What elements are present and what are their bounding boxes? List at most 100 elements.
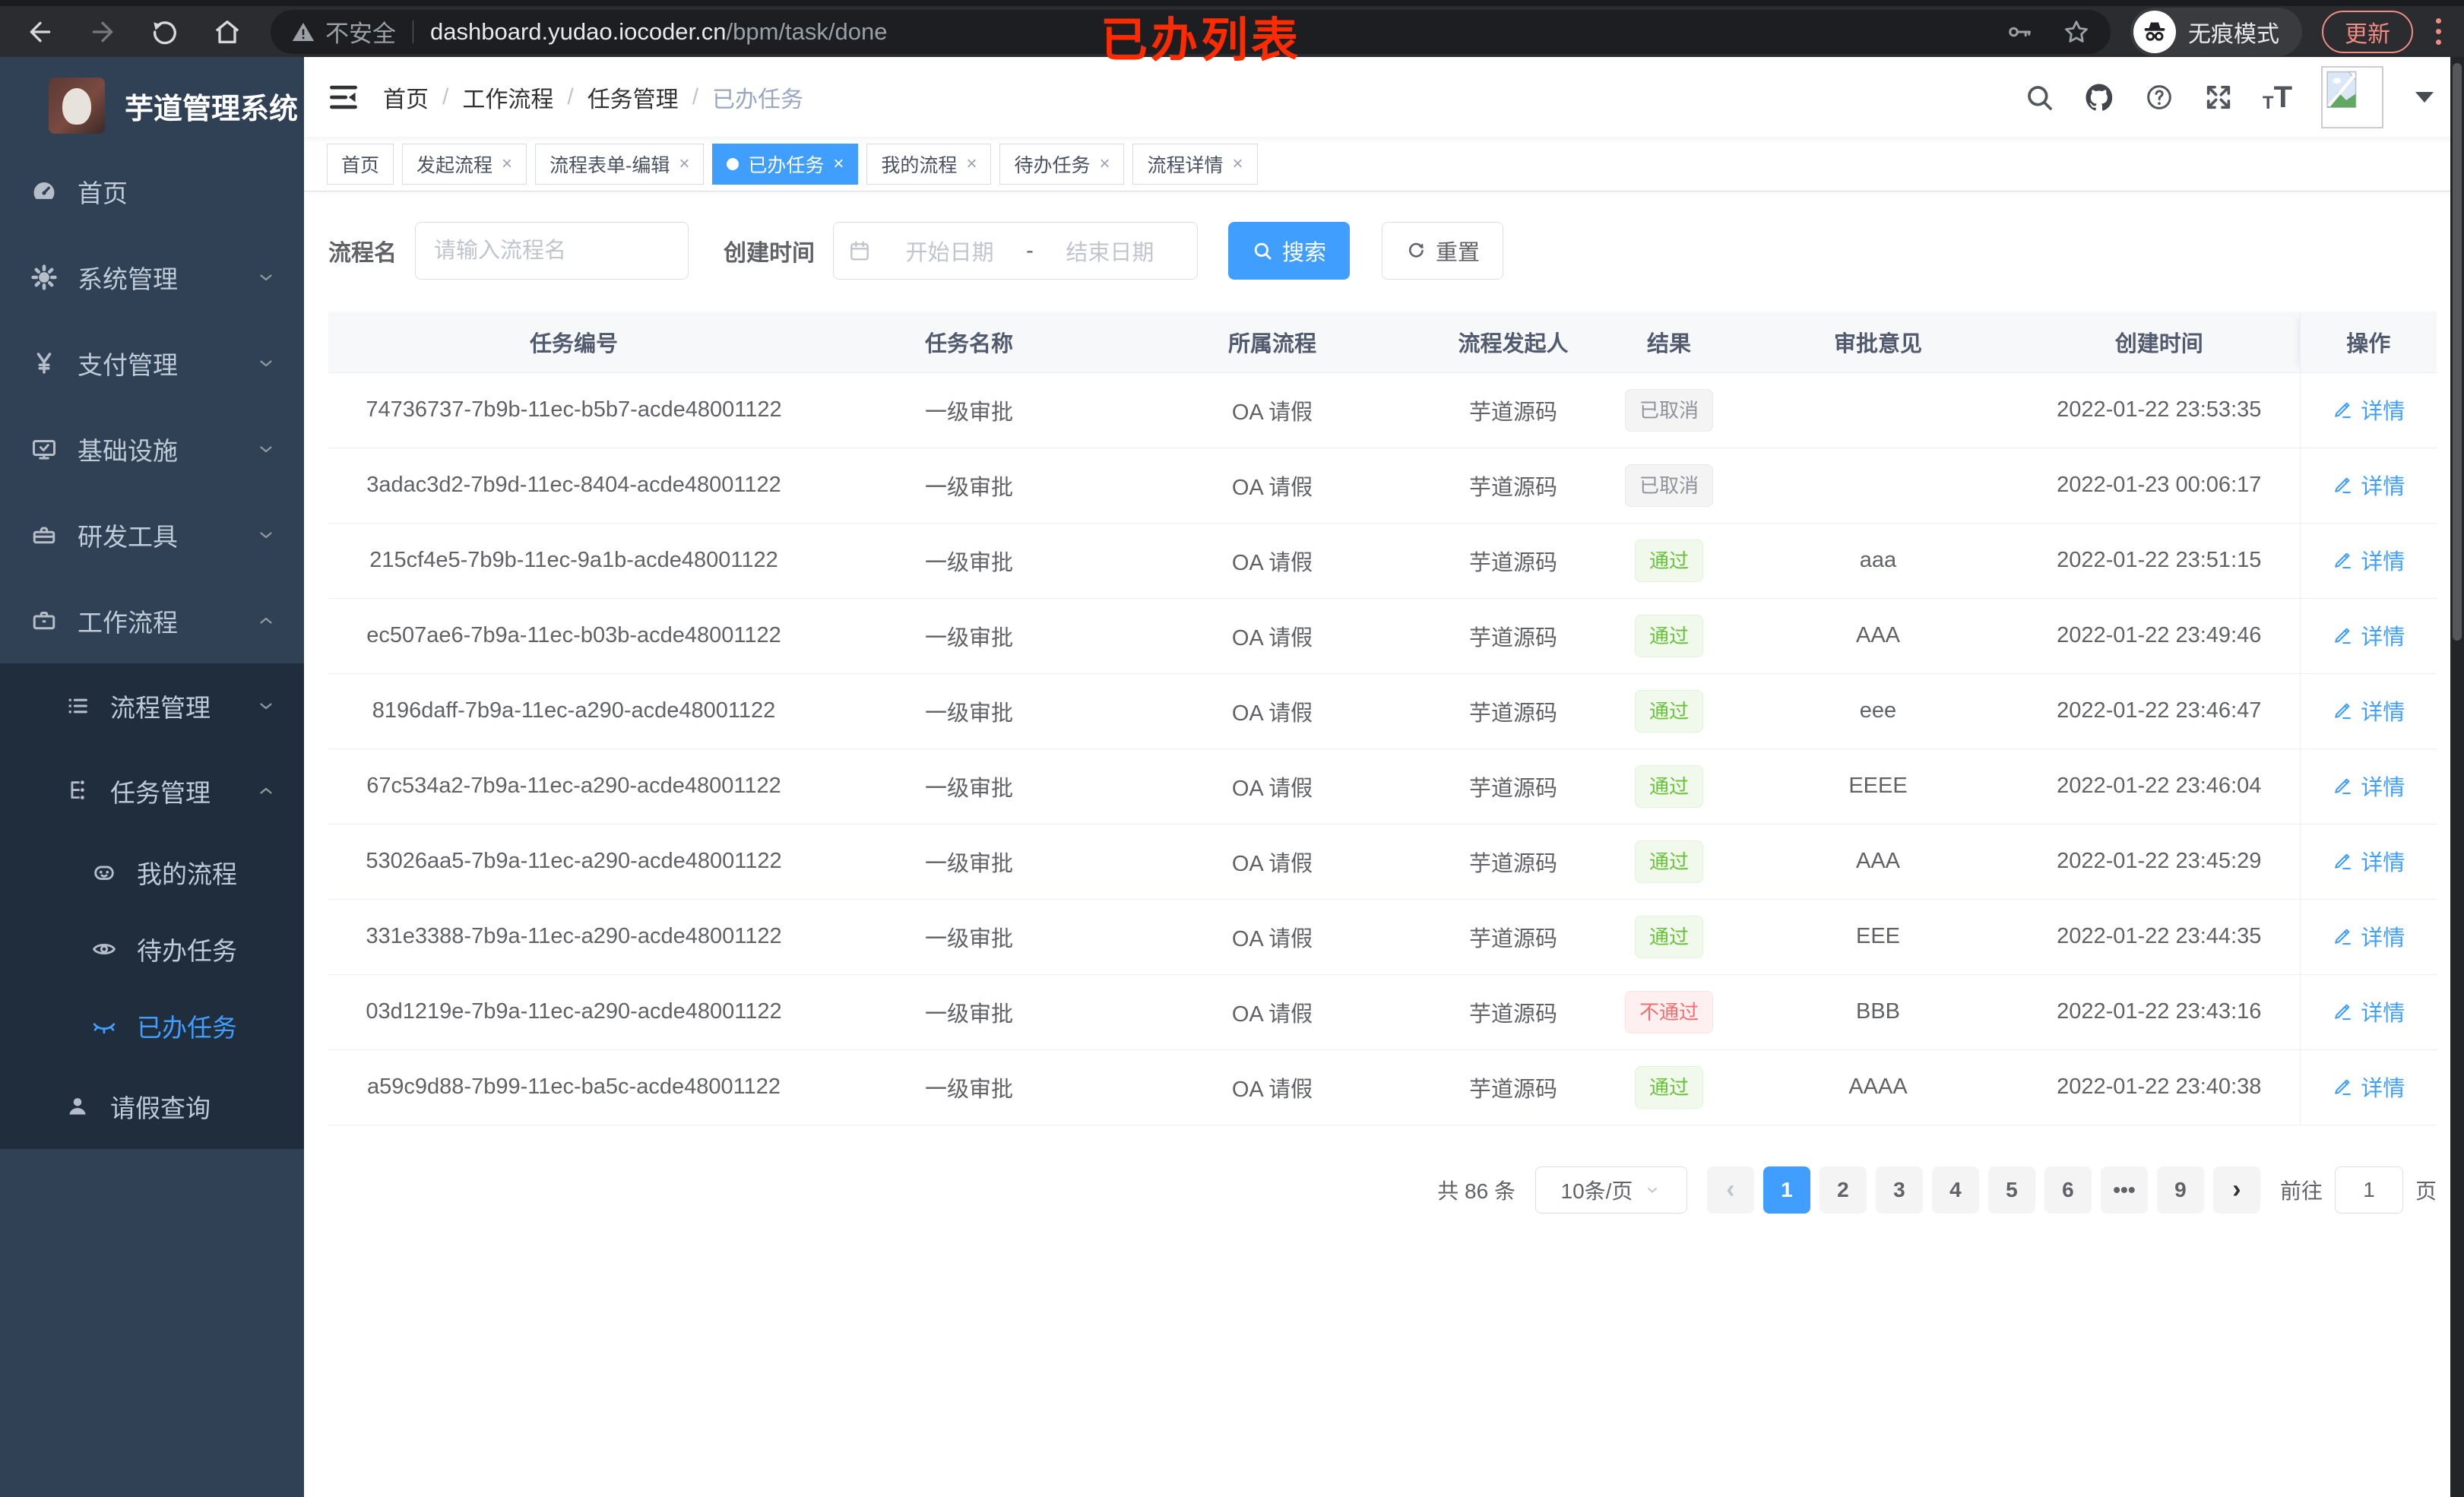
sidebar-item[interactable]: 待办任务 — [0, 910, 304, 987]
sidebar-item[interactable]: 请假查询 — [0, 1064, 304, 1149]
detail-link[interactable]: 详情 — [2332, 544, 2405, 576]
process-cell: OA 请假 — [1119, 448, 1426, 524]
sidebar-item[interactable]: 研发工具 — [0, 492, 304, 578]
tab[interactable]: 首页 — [327, 143, 394, 185]
bookmark-star-icon[interactable] — [2062, 17, 2091, 46]
detail-link[interactable]: 详情 — [2332, 920, 2405, 952]
sidebar-item-label: 待办任务 — [137, 936, 237, 965]
tab-close-icon[interactable]: × — [966, 153, 977, 175]
search-icon[interactable] — [2024, 82, 2054, 112]
starter-cell: 芋道源码 — [1426, 523, 1601, 599]
process-cell: OA 请假 — [1119, 1049, 1426, 1125]
date-end-placeholder[interactable]: 结束日期 — [1037, 235, 1183, 267]
scrollbar[interactable] — [2450, 57, 2464, 1497]
status-badge: 通过 — [1634, 840, 1703, 883]
page-button[interactable]: ••• — [2100, 1166, 2148, 1214]
avatar-caret-icon[interactable] — [2415, 91, 2434, 103]
page-button[interactable]: 4 — [1931, 1166, 1979, 1214]
table-row: 74736737-7b9b-11ec-b5b7-acde48001122 一级审… — [328, 372, 2437, 448]
page-button[interactable]: 3 — [1875, 1166, 1923, 1214]
chevron-icon — [255, 353, 277, 374]
url-host[interactable]: dashboard.yudao.iocoder.cn — [430, 18, 727, 46]
sidebar-toggle-icon[interactable] — [327, 81, 360, 114]
prev-page-button[interactable]: ‹ — [1706, 1166, 1754, 1214]
page-unit-label: 页 — [2415, 1179, 2437, 1203]
home-icon[interactable] — [208, 13, 246, 51]
key-icon[interactable] — [2006, 18, 2033, 46]
tab[interactable]: 待办任务 × — [999, 143, 1125, 185]
page-button[interactable]: 2 — [1819, 1166, 1867, 1214]
sidebar-item[interactable]: 我的流程 — [0, 834, 304, 910]
security-label[interactable]: 不安全 — [325, 14, 396, 49]
detail-link[interactable]: 详情 — [2332, 995, 2405, 1027]
page-size-select[interactable]: 10条/页 — [1534, 1166, 1687, 1214]
tab[interactable]: 流程表单-编辑 × — [535, 143, 705, 185]
sidebar-item-label: 研发工具 — [78, 522, 178, 551]
tab-close-icon[interactable]: × — [1099, 153, 1110, 175]
breadcrumb-item[interactable]: 工作流程 — [462, 81, 553, 114]
back-icon[interactable] — [21, 13, 59, 51]
sidebar-item[interactable]: 基础设施 — [0, 406, 304, 492]
url-path[interactable]: /bpm/task/done — [727, 18, 888, 46]
page-button[interactable]: 5 — [1987, 1166, 2035, 1214]
tab-close-icon[interactable]: × — [1233, 153, 1243, 175]
date-range-picker[interactable]: 开始日期 - 结束日期 — [833, 222, 1198, 280]
detail-link[interactable]: 详情 — [2332, 695, 2405, 726]
sidebar-item[interactable]: 支付管理 — [0, 320, 304, 406]
help-icon[interactable] — [2144, 82, 2174, 112]
detail-link[interactable]: 详情 — [2332, 394, 2405, 426]
page-button[interactable]: 6 — [2044, 1166, 2092, 1214]
tab[interactable]: 我的流程 × — [866, 143, 992, 185]
goto-page-input[interactable] — [2334, 1166, 2403, 1214]
detail-link-label: 详情 — [2361, 1077, 2405, 1101]
task-name-cell: 一级审批 — [819, 748, 1119, 824]
navbar: 首页 / 工作流程 / 任务管理 / 已办任务 T T — [304, 57, 2464, 137]
tab-close-icon[interactable]: × — [679, 153, 689, 175]
reset-button[interactable]: 重置 — [1382, 222, 1504, 280]
fullscreen-icon[interactable] — [2203, 82, 2234, 112]
github-icon[interactable] — [2083, 81, 2115, 113]
col-created: 创建时间 — [2019, 312, 2300, 373]
table-row: 8196daff-7b9a-11ec-a290-acde48001122 一级审… — [328, 673, 2437, 749]
page-button[interactable]: 1 — [1762, 1166, 1810, 1214]
detail-link[interactable]: 详情 — [2332, 619, 2405, 651]
detail-link[interactable]: 详情 — [2332, 469, 2405, 501]
breadcrumb-item[interactable]: 任务管理 — [587, 81, 679, 114]
sidebar-item[interactable]: 系统管理 — [0, 234, 304, 320]
detail-link[interactable]: 详情 — [2332, 1071, 2405, 1103]
opinion-cell: AAA — [1737, 598, 2019, 674]
update-button[interactable]: 更新 — [2322, 10, 2413, 53]
reload-icon[interactable] — [146, 13, 184, 51]
forward-icon[interactable] — [84, 13, 122, 51]
task-name-cell: 一级审批 — [819, 372, 1119, 448]
breadcrumb-item[interactable]: 首页 — [383, 81, 429, 114]
sidebar-item[interactable]: 工作流程 — [0, 578, 304, 663]
tab-close-icon[interactable]: × — [833, 153, 844, 175]
breadcrumb-item[interactable]: 已办任务 — [712, 81, 803, 114]
app-shell: 芋道管理系统 首页 系统管理 支付管理 基础设施 研发工具 工作流程 流程管理 … — [0, 57, 2464, 1497]
sidebar-item[interactable]: 流程管理 — [0, 663, 304, 748]
detail-link[interactable]: 详情 — [2332, 770, 2405, 802]
scrollbar-thumb[interactable] — [2453, 63, 2462, 641]
font-size-icon[interactable]: TT — [2263, 82, 2292, 112]
sidebar-item[interactable]: 任务管理 — [0, 748, 304, 834]
sidebar-item[interactable]: 首页 — [0, 148, 304, 234]
search-button[interactable]: 搜索 — [1228, 222, 1351, 280]
opinion-cell: AAA — [1737, 824, 2019, 900]
action-cell: 详情 — [2299, 448, 2437, 524]
tab[interactable]: 已办任务 × — [712, 143, 859, 185]
result-cell: 通过 — [1601, 1049, 1737, 1125]
date-start-placeholder[interactable]: 开始日期 — [876, 235, 1023, 267]
avatar[interactable] — [2321, 65, 2383, 128]
starter-cell: 芋道源码 — [1426, 673, 1601, 749]
tab[interactable]: 发起流程 × — [402, 143, 527, 185]
browser-menu-icon[interactable] — [2428, 15, 2449, 48]
detail-link[interactable]: 详情 — [2332, 845, 2405, 877]
tab-close-icon[interactable]: × — [502, 153, 512, 175]
next-page-button[interactable]: › — [2212, 1166, 2260, 1214]
process-name-input[interactable] — [415, 222, 689, 280]
sidebar-logo[interactable]: 芋道管理系统 — [0, 63, 304, 148]
tab[interactable]: 流程详情 × — [1132, 143, 1258, 185]
page-button[interactable]: 9 — [2156, 1166, 2204, 1214]
sidebar-item[interactable]: 已办任务 — [0, 987, 304, 1064]
